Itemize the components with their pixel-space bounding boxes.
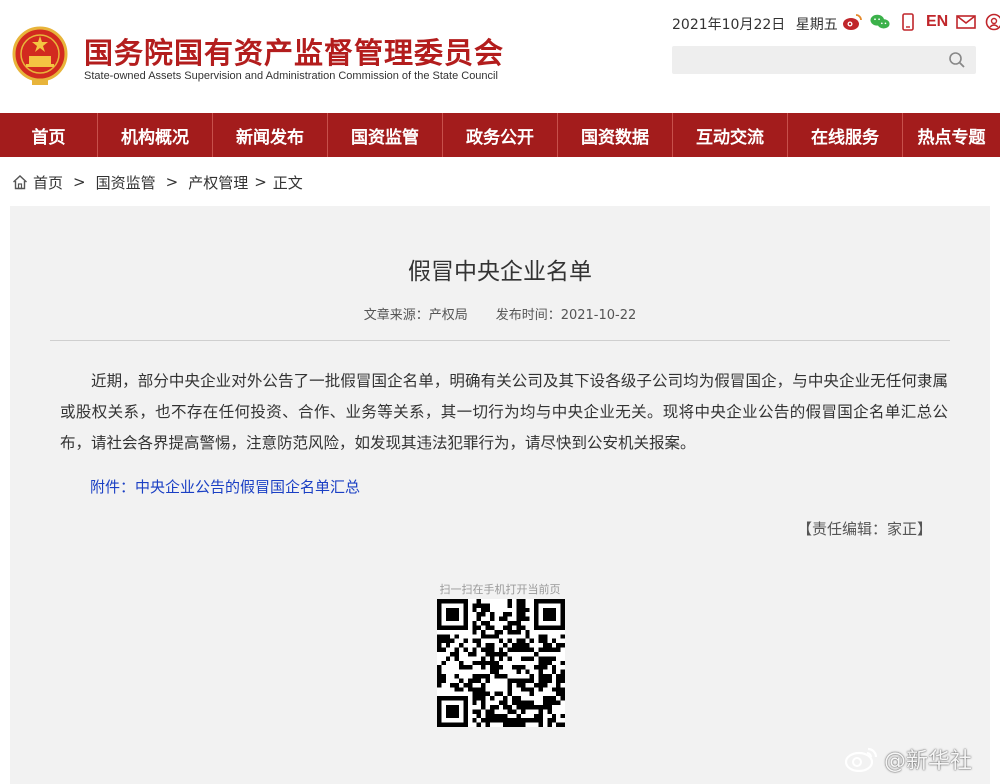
feedback-icon[interactable] xyxy=(984,12,1000,32)
site-title: 国务院国有资产监督管理委员会 xyxy=(84,36,505,70)
breadcrumb: 首页 > 国资监管 > 产权管理 > 正文 xyxy=(12,171,303,193)
breadcrumb-supervision[interactable]: 国资监管 xyxy=(96,172,156,193)
nav-item-hot-topics[interactable]: 热点专题 xyxy=(903,113,1000,157)
article-panel: 假冒中央企业名单 文章来源：产权局 发布时间：2021-10-22 近期，部分中央… xyxy=(10,206,990,784)
english-version-link[interactable]: EN xyxy=(926,13,948,31)
home-icon xyxy=(13,175,27,190)
main-nav: 首页 机构概况 新闻发布 国资监管 政务公开 国资数据 互动交流 在线服务 热点… xyxy=(0,113,1000,157)
current-date: 2021年10月22日 xyxy=(672,17,786,33)
breadcrumb-separator: > xyxy=(73,173,86,191)
attachment-link[interactable]: 附件：中央企业公告的假冒国企名单汇总 xyxy=(90,476,360,497)
nav-item-interaction[interactable]: 互动交流 xyxy=(673,113,788,157)
wechat-icon[interactable] xyxy=(870,12,890,32)
breadcrumb-separator: > xyxy=(165,173,179,191)
mail-icon[interactable] xyxy=(956,12,977,32)
qr-caption: 扫一扫在手机打开当前页 xyxy=(439,583,561,596)
weibo-icon[interactable] xyxy=(842,12,862,32)
nav-item-supervision[interactable]: 国资监管 xyxy=(328,113,443,157)
responsible-editor: 【责任编辑：家正】 xyxy=(796,520,932,538)
article-body: 近期，部分中央企业对外公告了一批假冒国企名单，明确有关公司及其下设各级子公司均为… xyxy=(60,372,948,452)
breadcrumb-current: 正文 xyxy=(272,173,303,192)
nav-item-public-affairs[interactable]: 政务公开 xyxy=(443,113,558,157)
search-icon[interactable] xyxy=(948,51,966,69)
breadcrumb-separator: > xyxy=(254,173,267,191)
site-subtitle: State-owned Assets Supervision and Admin… xyxy=(84,70,498,82)
current-weekday: 星期五 xyxy=(795,17,838,33)
title-divider xyxy=(50,340,950,341)
article-title: 假冒中央企业名单 xyxy=(408,259,592,285)
nav-item-home[interactable]: 首页 xyxy=(0,113,98,157)
search-box xyxy=(672,46,976,74)
national-emblem-icon xyxy=(12,26,68,85)
search-input[interactable] xyxy=(672,46,942,74)
date-line: 2021年10月22日 星期五 xyxy=(672,14,838,34)
article-meta: 文章来源：产权局 发布时间：2021-10-22 xyxy=(10,304,990,323)
site-header: 国务院国有资产监督管理委员会 State-owned Assets Superv… xyxy=(0,0,1000,113)
mobile-icon[interactable] xyxy=(898,12,918,32)
article-publish-time: 发布时间：2021-10-22 xyxy=(495,308,637,323)
header-icon-bar: EN xyxy=(842,10,1000,34)
nav-item-online-services[interactable]: 在线服务 xyxy=(788,113,903,157)
nav-item-about[interactable]: 机构概况 xyxy=(98,113,213,157)
xinhua-watermark: @新华社 xyxy=(844,742,972,776)
qr-code xyxy=(437,599,565,727)
breadcrumb-home[interactable]: 首页 xyxy=(33,172,63,193)
weibo-watermark-icon xyxy=(844,747,878,772)
watermark-text: @新华社 xyxy=(884,749,973,774)
article-source: 文章来源：产权局 xyxy=(363,308,468,323)
nav-item-news[interactable]: 新闻发布 xyxy=(213,113,328,157)
nav-item-data[interactable]: 国资数据 xyxy=(558,113,673,157)
breadcrumb-property-rights[interactable]: 产权管理 xyxy=(188,172,248,193)
